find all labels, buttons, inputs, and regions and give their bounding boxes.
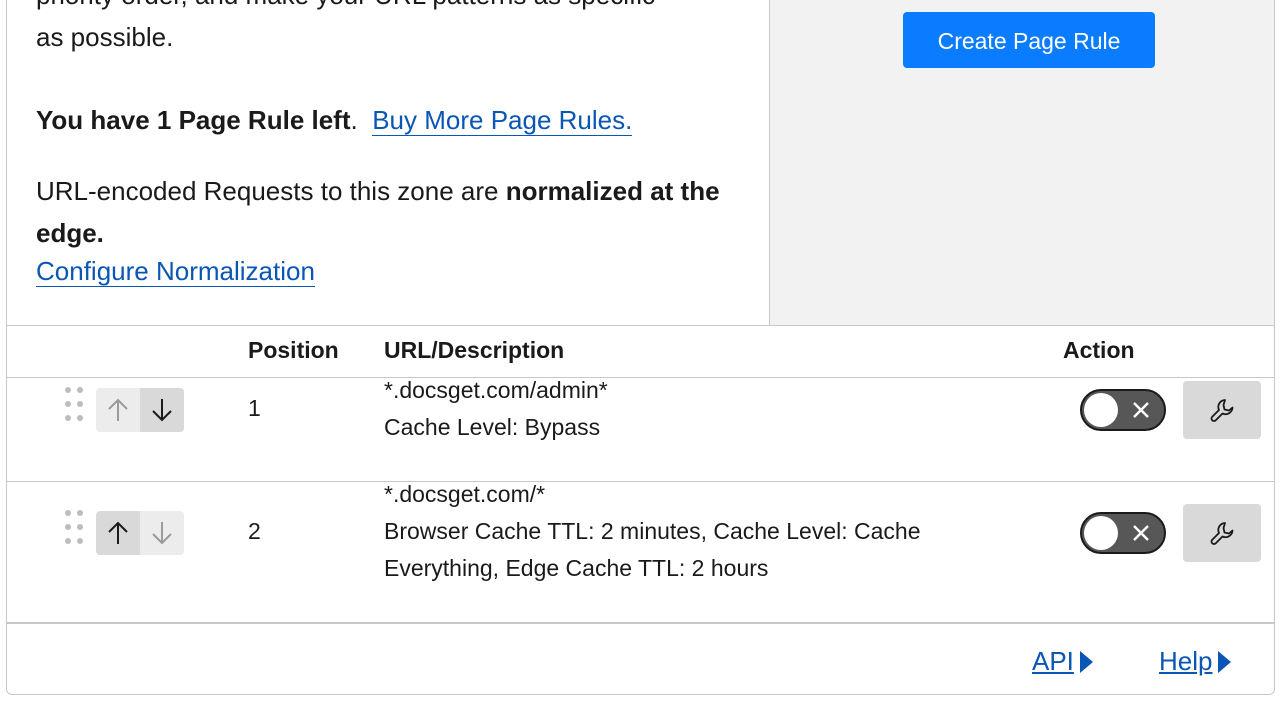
column-header-position: Position (248, 337, 339, 363)
api-link[interactable]: API (1032, 646, 1093, 677)
rules-remaining-count: You have 1 Page Rule left (36, 105, 351, 135)
rule-position: 1 (248, 395, 261, 421)
column-header-url: URL/Description (384, 337, 565, 363)
close-icon (1133, 525, 1149, 541)
configure-normalization-wrapper: Configure Normalization (36, 254, 315, 288)
toggle-knob (1084, 393, 1118, 427)
move-up-button[interactable] (96, 511, 140, 555)
drag-handle-icon[interactable] (65, 510, 85, 544)
rule-url: *.docsget.com/* (384, 481, 546, 507)
move-up-button[interactable] (96, 388, 140, 432)
arrow-up-icon (108, 521, 128, 544)
edit-rule-button[interactable] (1183, 504, 1261, 562)
rule-enabled-toggle[interactable] (1080, 512, 1166, 554)
create-page-rule-button[interactable]: Create Page Rule (903, 12, 1155, 68)
rule-description: Browser Cache TTL: 2 minutes, Cache Leve… (384, 518, 921, 581)
toggle-knob (1084, 516, 1118, 550)
page-rules-card: priority order, and make your URL patter… (6, 0, 1275, 695)
table-row: 1 *.docsget.com/admin* Cache Level: Bypa… (7, 377, 1274, 482)
reorder-controls (96, 388, 184, 432)
normalization-text: URL-encoded Requests to this zone are no… (36, 176, 720, 248)
reorder-controls (96, 511, 184, 555)
table-header: Position URL/Description Action (7, 325, 1274, 378)
caret-right-icon (1079, 650, 1093, 673)
table-row: 2 *.docsget.com/* Browser Cache TTL: 2 m… (7, 481, 1274, 624)
buy-more-page-rules-link[interactable]: Buy More Page Rules. (372, 105, 633, 136)
arrow-down-icon (152, 522, 172, 545)
move-down-button[interactable] (140, 511, 184, 555)
rule-description: Cache Level: Bypass (384, 414, 601, 440)
drag-handle-icon[interactable] (65, 387, 85, 421)
caret-right-icon (1218, 650, 1232, 673)
summary-text-panel: priority order, and make your URL patter… (7, 0, 770, 325)
card-footer: API Help (7, 624, 1274, 694)
column-header-action: Action (1063, 337, 1135, 363)
arrow-up-icon (108, 398, 128, 421)
help-link[interactable]: Help (1159, 646, 1232, 677)
page-rules-summary: priority order, and make your URL patter… (7, 0, 1274, 326)
intro-text-cut: priority order, and make your URL patter… (36, 0, 655, 52)
wrench-icon (1210, 399, 1234, 422)
create-rule-panel: Create Page Rule (770, 0, 1274, 325)
rules-remaining-text: You have 1 Page Rule left. Buy More Page… (36, 105, 633, 136)
move-down-button[interactable] (140, 388, 184, 432)
rule-url-description: *.docsget.com/* Browser Cache TTL: 2 min… (384, 476, 1004, 587)
rule-enabled-toggle[interactable] (1080, 389, 1166, 431)
edit-rule-button[interactable] (1183, 381, 1261, 439)
rule-url-description: *.docsget.com/admin* Cache Level: Bypass (384, 372, 1004, 446)
arrow-down-icon (152, 399, 172, 422)
wrench-icon (1210, 522, 1234, 545)
close-icon (1133, 402, 1149, 418)
rule-position: 2 (248, 518, 261, 544)
configure-normalization-link[interactable]: Configure Normalization (36, 256, 315, 287)
rule-url: *.docsget.com/admin* (384, 377, 608, 403)
